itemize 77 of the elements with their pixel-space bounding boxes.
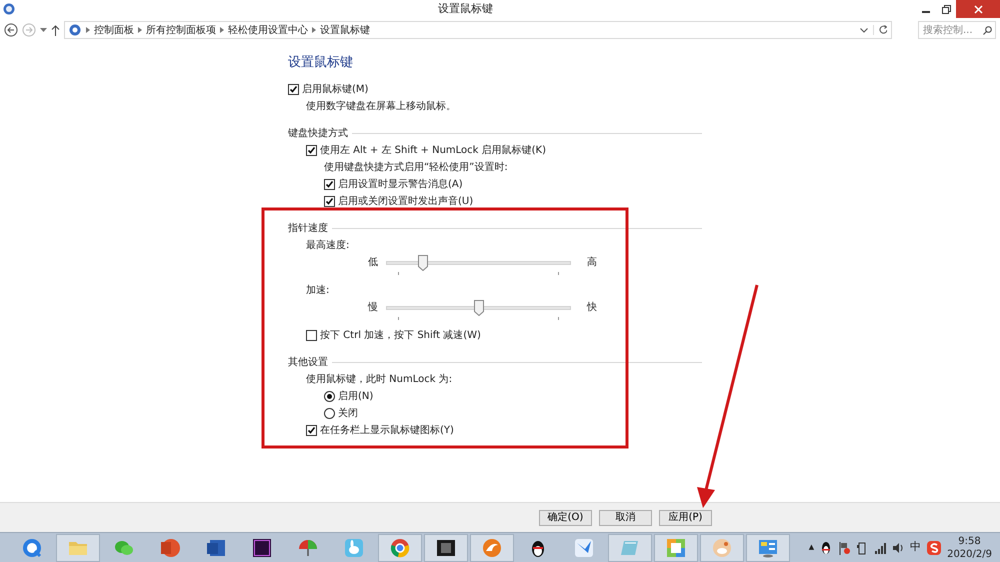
breadcrumb-link[interactable]: 轻松使用设置中心 [228, 22, 308, 38]
close-icon [974, 4, 982, 14]
radio-button[interactable] [324, 391, 335, 402]
slides-icon [159, 536, 181, 558]
dropdown-caret-icon[interactable] [860, 28, 868, 32]
app-icon [3, 3, 15, 15]
input-method-indicator[interactable]: 中 [910, 539, 922, 556]
rabbit-icon [343, 536, 365, 558]
breadcrumb-link[interactable]: 设置鼠标键 [320, 22, 370, 38]
chevron-icon [86, 27, 90, 33]
slider-max-label: 高 [587, 256, 597, 270]
checkbox[interactable] [306, 330, 317, 341]
description-text: 加速: [306, 284, 330, 298]
section-title: 指针速度 [288, 222, 328, 236]
chrome-icon [389, 536, 411, 558]
checkbox-label: 在任务栏上显示鼠标键图标(Y) [320, 424, 454, 438]
checkbox-label: 按下 Ctrl 加速，按下 Shift 减速(W) [320, 328, 481, 342]
description-text: 使用鼠标键，此时 NumLock 为: [306, 372, 452, 386]
checkbox[interactable] [324, 179, 335, 190]
slider-thumb[interactable] [474, 300, 484, 316]
back-button[interactable] [4, 23, 18, 37]
dialog-button[interactable]: 应用(P) [659, 510, 712, 526]
fox-icon [481, 536, 503, 558]
slider-max-label: 快 [587, 300, 597, 315]
search-icon [983, 26, 992, 35]
slider-min-label: 低 [368, 256, 378, 270]
chevron-icon [220, 27, 224, 33]
section-title: 键盘快捷方式 [288, 126, 348, 141]
radio-label: 关闭 [338, 406, 358, 420]
slider-min-label: 慢 [368, 300, 378, 315]
checkbox-label: 启用设置时显示警告消息(A) [338, 178, 463, 192]
checkbox[interactable] [306, 145, 317, 156]
photo-icon [711, 536, 733, 558]
taskbar-button[interactable] [424, 534, 468, 562]
control-panel-icon [69, 24, 81, 36]
up-button[interactable] [51, 24, 60, 36]
checkbox-label: 启用或关闭设置时发出声音(U) [338, 194, 474, 208]
description-text: 使用键盘快捷方式启用“轻松使用”设置时: [324, 160, 508, 174]
breadcrumb-link[interactable]: 所有控制面板项 [146, 22, 216, 38]
calendar-icon [665, 536, 687, 558]
penguin-icon[interactable] [820, 540, 832, 554]
breadcrumb-link[interactable]: 控制面板 [94, 22, 134, 38]
dialog-button[interactable]: 取消 [599, 510, 652, 526]
page-heading: 设置鼠标键 [288, 55, 354, 71]
restore-icon [942, 4, 950, 14]
input-method-icon[interactable] [927, 540, 942, 554]
address-field[interactable]: 控制面板 所有控制面板项 轻松使用设置中心 设置鼠标键 [64, 21, 892, 39]
dialog-button[interactable]: 确定(O) [539, 510, 592, 526]
search-field[interactable]: 搜索控制... [918, 21, 996, 39]
close-button[interactable] [956, 0, 1000, 18]
chevron-icon [138, 27, 142, 33]
window-title: 设置鼠标键 [438, 2, 493, 15]
checkbox-label: 使用左 Alt + 左 Shift + NumLock 启用鼠标键(K) [320, 144, 546, 158]
video-editor-icon [251, 536, 273, 558]
device-icon[interactable] [856, 540, 868, 554]
slider[interactable] [386, 254, 571, 278]
volume-icon[interactable] [892, 542, 904, 554]
checkbox[interactable] [324, 196, 335, 207]
clock-date: 2020/2/9 [947, 548, 992, 560]
checkbox-label: 启用鼠标键(M) [302, 82, 368, 96]
chevron-icon [312, 27, 316, 33]
radio-label: 启用(N) [338, 390, 374, 404]
browser-icon [21, 536, 43, 558]
description-text: 最高速度: [306, 238, 350, 252]
flag-icon[interactable] [838, 540, 850, 554]
history-dropdown-icon[interactable] [40, 28, 47, 32]
signal-icon[interactable] [874, 542, 886, 554]
section-title: 其他设置 [288, 356, 328, 370]
bird-icon [573, 536, 595, 558]
refresh-icon[interactable] [873, 25, 887, 35]
slider-thumb[interactable] [418, 255, 428, 271]
checkbox[interactable] [288, 84, 299, 95]
radio-button[interactable] [324, 408, 335, 419]
clock-time: 9:58 [957, 534, 982, 548]
description-text: 使用数字键盘在屏幕上移动鼠标。 [306, 100, 456, 114]
slider[interactable] [386, 299, 571, 323]
checkbox[interactable] [306, 425, 317, 436]
